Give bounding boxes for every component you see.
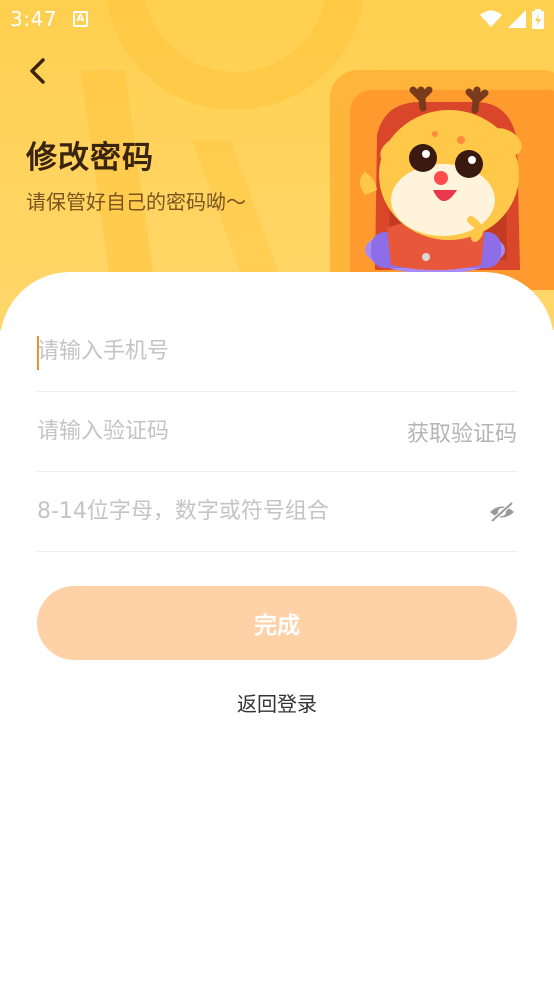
decor-stripe [80, 70, 156, 290]
verification-code-input[interactable] [37, 411, 407, 452]
password-field-row [37, 472, 517, 552]
deer-mascot-illustration [330, 70, 554, 290]
text-cursor [37, 336, 39, 370]
phone-field-row [37, 312, 517, 392]
battery-charging-icon [532, 9, 544, 29]
chevron-left-icon [30, 58, 45, 84]
page-title: 修改密码 [26, 140, 154, 176]
toggle-password-visibility-button[interactable] [487, 497, 517, 527]
submit-button[interactable]: 完成 [37, 586, 517, 660]
get-code-button[interactable]: 获取验证码 [407, 416, 517, 448]
status-bar: 3:47 A [0, 0, 554, 38]
code-field-row: 获取验证码 [37, 392, 517, 472]
password-input[interactable] [37, 491, 487, 532]
status-icons [480, 9, 544, 29]
back-button[interactable] [20, 54, 54, 88]
status-time: 3:47 [10, 7, 57, 31]
eye-off-icon [490, 501, 514, 522]
back-to-login-link[interactable]: 返回登录 [0, 688, 554, 717]
signal-icon [508, 10, 526, 28]
wifi-icon [480, 10, 502, 27]
app-notification-icon: A [72, 11, 88, 27]
phone-input[interactable] [37, 331, 517, 372]
page-subtitle: 请保管好自己的密码呦～ [26, 190, 246, 214]
